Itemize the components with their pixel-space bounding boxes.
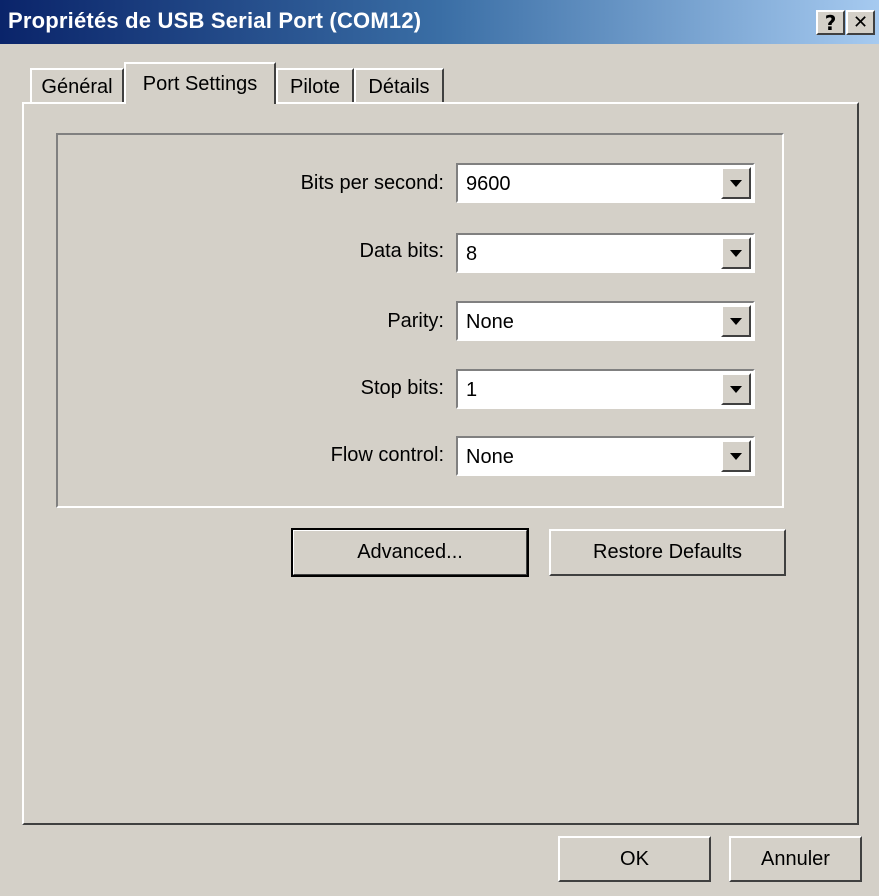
stop-bits-label: Stop bits: [360, 377, 444, 399]
button-label: OK [620, 847, 649, 870]
chevron-down-icon[interactable] [721, 305, 751, 337]
parity-label: Parity: [387, 310, 444, 332]
tab-label: Pilote [289, 75, 341, 98]
data-bits-label: Data bits: [359, 240, 444, 262]
select-value: None [466, 311, 514, 333]
button-label: Restore Defaults [593, 541, 742, 563]
tab-details[interactable]: Détails [354, 68, 444, 104]
ok-button[interactable]: OK [558, 836, 711, 882]
title-bar: Propriétés de USB Serial Port (COM12) ? … [0, 0, 879, 44]
help-button[interactable]: ? [816, 10, 845, 35]
help-icon: ? [824, 10, 837, 35]
select-value: None [466, 446, 514, 468]
flow-control-select[interactable]: None [456, 436, 755, 476]
window-title: Propriétés de USB Serial Port (COM12) [8, 8, 422, 33]
parity-select[interactable]: None [456, 301, 755, 341]
select-value: 8 [466, 243, 478, 265]
tab-general[interactable]: Général [30, 68, 124, 104]
restore-defaults-button[interactable]: Restore Defaults [549, 529, 786, 576]
cancel-button[interactable]: Annuler [729, 836, 862, 882]
chevron-down-icon[interactable] [721, 237, 751, 269]
select-value: 1 [466, 379, 478, 401]
button-label: Annuler [761, 847, 830, 870]
stop-bits-select[interactable]: 1 [456, 369, 755, 409]
advanced-button[interactable]: Advanced... [291, 528, 529, 577]
flow-control-label: Flow control: [330, 444, 444, 466]
bits-per-second-label: Bits per second: [300, 172, 444, 194]
close-icon: ✕ [852, 12, 869, 33]
tab-label: Détails [368, 75, 430, 98]
chevron-down-icon[interactable] [721, 167, 751, 199]
tab-label: Port Settings [142, 72, 258, 95]
close-button[interactable]: ✕ [846, 10, 875, 35]
tab-pilote[interactable]: Pilote [276, 68, 354, 104]
chevron-down-icon[interactable] [721, 373, 751, 405]
chevron-down-icon[interactable] [721, 440, 751, 472]
bits-per-second-select[interactable]: 9600 [456, 163, 755, 203]
select-value: 9600 [466, 173, 511, 195]
tab-port-settings[interactable]: Port Settings [124, 62, 276, 104]
data-bits-select[interactable]: 8 [456, 233, 755, 273]
button-label: Advanced... [357, 541, 463, 563]
tab-label: Général [41, 75, 113, 98]
